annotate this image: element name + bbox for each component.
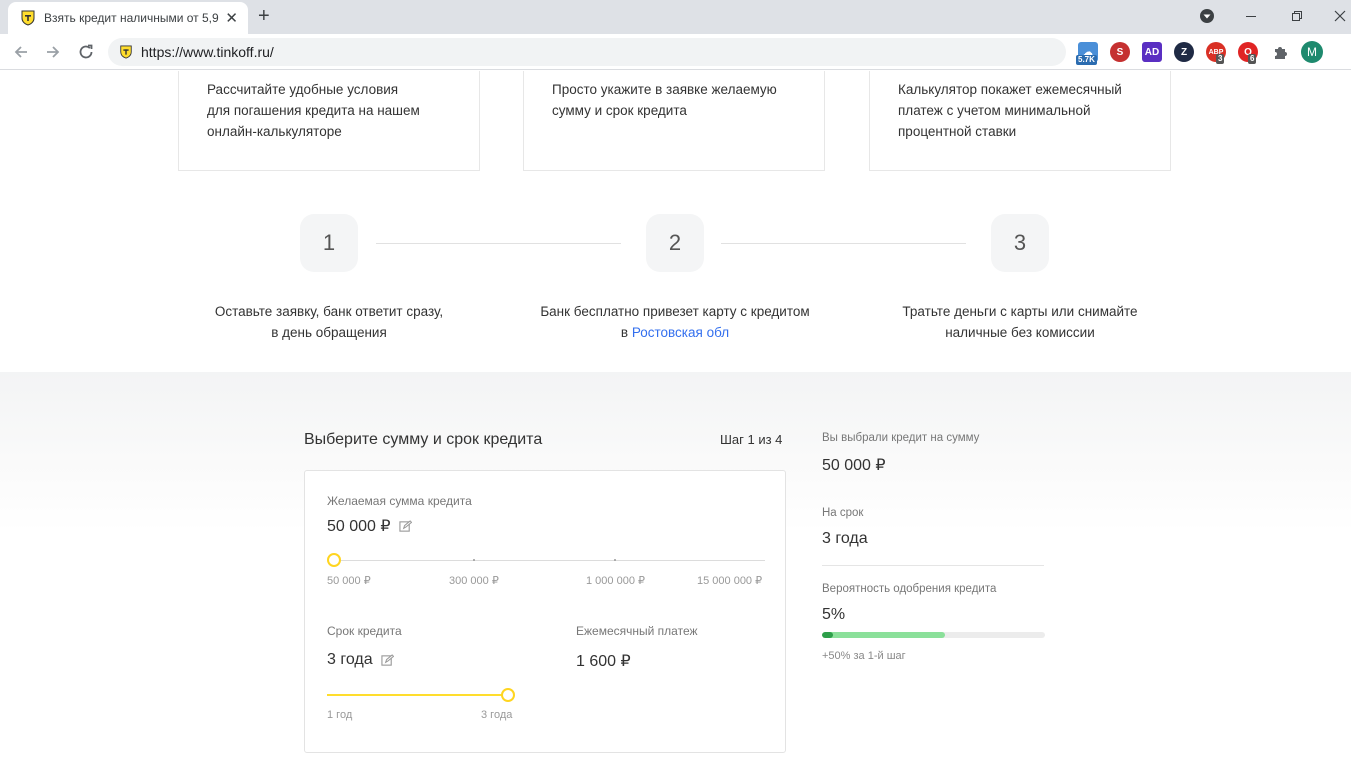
amount-tick-label: 50 000 ₽: [327, 575, 371, 587]
term-slider-handle[interactable]: [501, 688, 515, 702]
step-connector: [376, 243, 621, 244]
approval-progress-bonus: [822, 632, 945, 638]
new-tab-icon[interactable]: +: [258, 6, 270, 26]
step-caption-2: Банк бесплатно привезет карту с кредитом…: [540, 304, 810, 340]
summary-divider: [822, 565, 1044, 566]
weather-extension-icon[interactable]: ☁ 5.7K: [1076, 42, 1098, 65]
puzzle-extensions-icon[interactable]: [1270, 42, 1290, 62]
calculator-card: Желаемая сумма кредита 50 000 ₽ 50 000 ₽…: [304, 470, 786, 753]
minimize-window-icon[interactable]: [1238, 4, 1264, 28]
summary-term-label: На срок: [822, 507, 864, 519]
amount-slider-handle[interactable]: [327, 553, 341, 567]
term-slider-fill: [327, 694, 507, 696]
close-tab-icon[interactable]: ✕: [225, 11, 238, 26]
calculator-title: Выберите сумму и срок кредита: [304, 431, 543, 448]
url-text: https://www.tinkoff.ru/: [141, 44, 274, 60]
step-number-3: 3: [991, 214, 1049, 272]
feature-text: Калькулятор покажет ежемесячный платеж с …: [898, 82, 1122, 139]
feature-text: Просто укажите в заявке желаемую сумму и …: [552, 82, 777, 118]
address-bar[interactable]: https://www.tinkoff.ru/: [108, 38, 1066, 66]
step-connector: [721, 243, 966, 244]
step-caption-3: Тратьте деньги с карты или снимайте нали…: [902, 304, 1138, 340]
browser-tab[interactable]: Взять кредит наличными от 5,9 ✕: [8, 2, 248, 34]
amount-tick-label: 1 000 000 ₽: [586, 575, 645, 587]
edit-pencil-icon[interactable]: [380, 653, 394, 667]
term-value[interactable]: 3 года: [327, 651, 394, 669]
credit-calculator-section: Выберите сумму и срок кредита Шаг 1 из 4…: [0, 372, 1351, 760]
summary-amount-label: Вы выбрали кредит на сумму: [822, 432, 980, 444]
feature-card-application: Просто укажите в заявке желаемую сумму и …: [523, 71, 825, 171]
term-tick-label: 3 года: [481, 709, 513, 721]
step-number-2: 2: [646, 214, 704, 272]
back-arrow-icon[interactable]: [10, 41, 32, 63]
approval-label: Вероятность одобрения кредита: [822, 583, 997, 595]
site-favicon-icon: [120, 45, 132, 59]
adblock-extension-icon[interactable]: ABP 3: [1206, 42, 1226, 64]
amount-slider-tick: [614, 559, 616, 561]
forward-arrow-icon[interactable]: [42, 41, 64, 63]
feature-text: Рассчитайте удобные условия для погашения…: [207, 82, 420, 139]
payment-value: 1 600 ₽: [576, 653, 631, 670]
opera-extension-icon[interactable]: O 6: [1238, 42, 1258, 64]
tab-title: Взять кредит наличными от 5,9: [44, 11, 219, 25]
close-window-icon[interactable]: [1330, 4, 1350, 28]
feature-card-payment: Калькулятор покажет ежемесячный платеж с …: [869, 71, 1171, 171]
step-number-1: 1: [300, 214, 358, 272]
s-extension-icon[interactable]: S: [1110, 42, 1130, 62]
summary-amount-value: 50 000 ₽: [822, 457, 886, 474]
browser-toolbar: https://www.tinkoff.ru/ ☁ 5.7K S AD Z AB…: [0, 34, 1351, 70]
approval-progress-fill: [822, 632, 834, 638]
tinkoff-favicon-icon: [21, 10, 35, 26]
approval-progress-bar: [822, 632, 1045, 638]
user-avatar[interactable]: M: [1301, 41, 1323, 63]
summary-term-value: 3 года: [822, 530, 868, 547]
browser-tab-bar: Взять кредит наличными от 5,9 ✕ +: [0, 0, 1351, 34]
approval-value: 5%: [822, 606, 846, 623]
amount-value[interactable]: 50 000 ₽: [327, 516, 412, 536]
amount-slider-track[interactable]: [327, 560, 765, 561]
reload-icon[interactable]: [75, 41, 97, 63]
approval-hint: +50% за 1-й шаг: [822, 650, 906, 662]
edit-pencil-icon[interactable]: [398, 519, 412, 533]
step-indicator: Шаг 1 из 4: [720, 432, 783, 447]
amount-tick-label: 300 000 ₽: [449, 575, 499, 587]
term-tick-label: 1 год: [327, 709, 353, 721]
profile-menu-icon[interactable]: [1196, 4, 1218, 28]
amount-label: Желаемая сумма кредита: [327, 494, 472, 508]
restore-window-icon[interactable]: [1284, 4, 1310, 28]
step-caption-1: Оставьте заявку, банк ответит сразу, в д…: [214, 304, 444, 340]
z-extension-icon[interactable]: Z: [1174, 42, 1194, 62]
page-content: Рассчитайте удобные условия для погашения…: [0, 71, 1351, 760]
term-label: Срок кредита: [327, 624, 402, 638]
amount-tick-label: 15 000 000 ₽: [697, 575, 763, 587]
ad-extension-icon[interactable]: AD: [1142, 42, 1162, 62]
amount-slider-tick: [473, 559, 475, 561]
region-link[interactable]: Ростовская обл: [632, 325, 729, 340]
feature-card-calculator: Рассчитайте удобные условия для погашения…: [178, 71, 480, 171]
payment-label: Ежемесячный платеж: [576, 624, 698, 638]
